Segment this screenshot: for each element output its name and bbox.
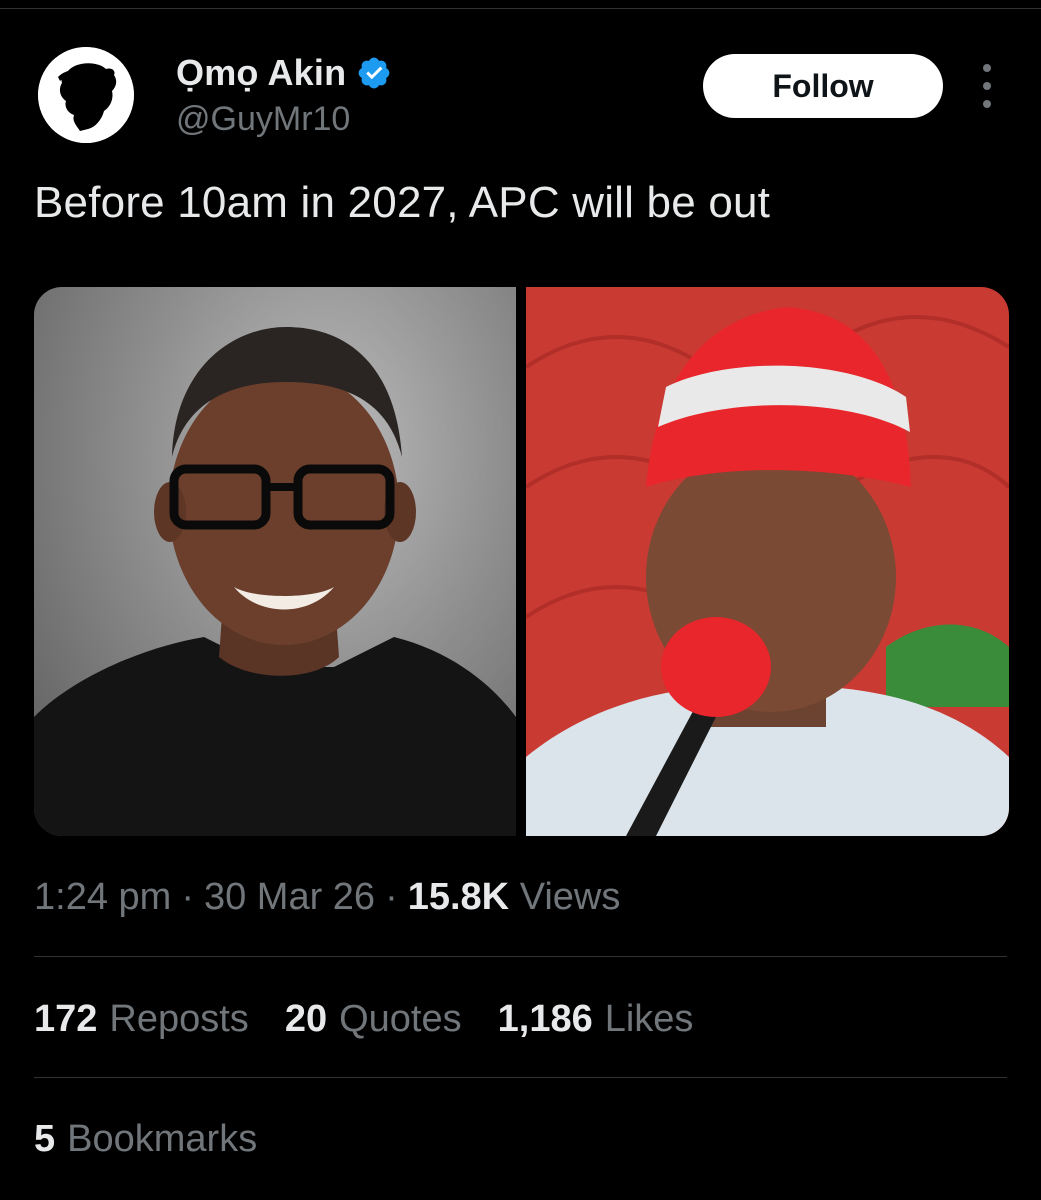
views-label: Views (519, 876, 621, 918)
portrait-man-red-cap-image (526, 307, 1009, 836)
reposts-label: Reposts (109, 998, 249, 1040)
likes-count: 1,186 (497, 998, 593, 1040)
likes-label: Likes (604, 998, 694, 1040)
tweet-time[interactable]: 1:24 pm (34, 876, 171, 919)
engagement-stats: 172 Reposts 20 Quotes 1,186 Likes (34, 998, 729, 1041)
tweet-date[interactable]: 30 Mar 26 (204, 876, 375, 919)
silhouette-avatar-icon (38, 47, 134, 143)
views-count: 15.8K (407, 876, 510, 918)
bookmarks-label: Bookmarks (67, 1118, 258, 1160)
follow-button[interactable]: Follow (703, 54, 943, 118)
author-handle[interactable]: @GuyMr10 (176, 100, 350, 139)
likes-stat[interactable]: 1,186 Likes (498, 998, 694, 1041)
media-photo-left[interactable] (34, 287, 516, 836)
tweet-header: Ọmọ Akin @GuyMr10 Follow (0, 0, 1041, 160)
quotes-stat[interactable]: 20 Quotes (285, 998, 462, 1041)
author-avatar[interactable] (38, 47, 134, 143)
divider (34, 1077, 1007, 1078)
reposts-stat[interactable]: 172 Reposts (34, 998, 249, 1041)
quotes-label: Quotes (339, 998, 462, 1040)
meta-separator: · (385, 876, 398, 918)
quotes-count: 20 (284, 998, 328, 1040)
more-vertical-icon[interactable] (970, 64, 1004, 108)
meta-separator: · (181, 876, 194, 918)
divider (34, 956, 1007, 957)
name-row: Ọmọ Akin (176, 52, 392, 94)
verified-badge-icon (358, 57, 390, 89)
portrait-man-glasses-image (34, 327, 516, 836)
bookmarks-count: 5 (34, 1118, 56, 1160)
tweet-text: Before 10am in 2027, APC will be out (34, 178, 771, 227)
tweet-meta: 1:24 pm · 30 Mar 26 · 15.8K Views (34, 876, 620, 919)
tweet-media[interactable] (34, 287, 1009, 836)
reposts-count: 172 (34, 998, 98, 1040)
bookmarks-stat[interactable]: 5 Bookmarks (34, 1118, 257, 1161)
author-display-name[interactable]: Ọmọ Akin (176, 52, 346, 94)
media-photo-right[interactable] (526, 287, 1009, 836)
